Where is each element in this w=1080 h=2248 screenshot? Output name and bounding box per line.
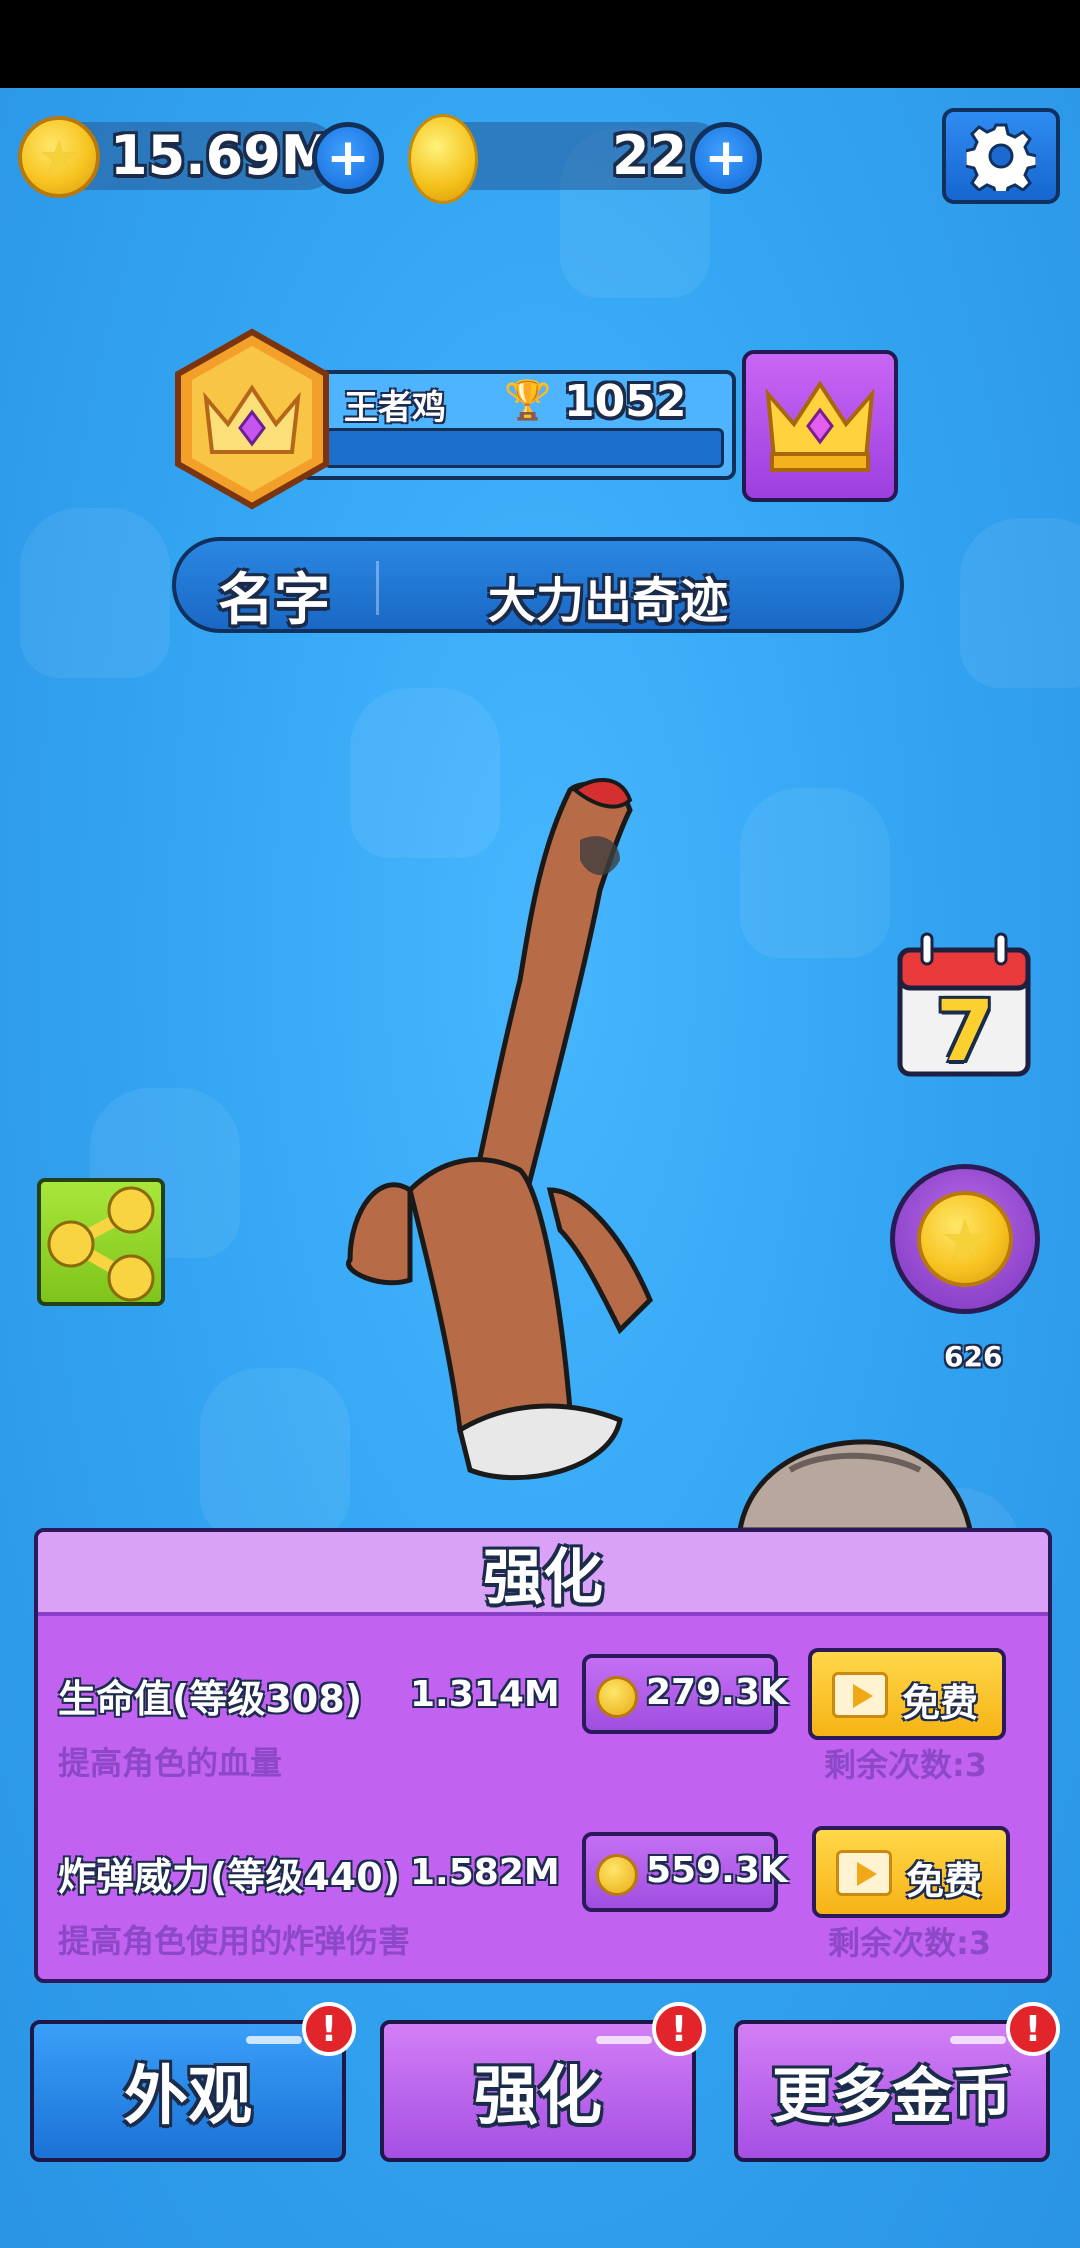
- rank-progress-bar: [324, 428, 724, 468]
- background-pattern: [20, 508, 170, 678]
- add-coins-button[interactable]: +: [312, 122, 384, 194]
- alert-badge: !: [302, 2002, 356, 2056]
- egg-amount: 22: [612, 124, 688, 187]
- gold-coin-icon: [596, 1676, 638, 1718]
- tab-label: 外观: [124, 2060, 252, 2134]
- gold-coin-icon: [596, 1854, 638, 1896]
- remaining-count: 剩余次数:3: [828, 1924, 992, 1962]
- panel-header: 强化: [38, 1532, 1048, 1616]
- share-icon: [47, 1186, 155, 1302]
- gold-coin-icon: ★: [917, 1191, 1013, 1287]
- name-label: 名字: [218, 568, 330, 633]
- gold-coin-icon: ★: [18, 116, 100, 198]
- background-pattern: [960, 518, 1080, 688]
- tab-label: 更多金币: [772, 2061, 1012, 2132]
- gloss: [950, 2036, 1006, 2044]
- stat-row-bomb: 炸弹威力(等级440) 1.582M 提高角色使用的炸弹伤害 559.3K 免费…: [38, 1826, 1048, 2006]
- gloss: [246, 2036, 302, 2044]
- panel-title: 强化: [483, 1542, 603, 1613]
- stat-name: 生命值(等级308): [58, 1677, 363, 1721]
- trophy-count: 1052: [564, 376, 687, 427]
- free-upgrade-button[interactable]: 免费: [812, 1826, 1010, 1918]
- status-bar: [0, 0, 1080, 88]
- golden-egg-icon: [408, 114, 478, 204]
- crown-icon: [765, 380, 875, 472]
- free-upgrade-button[interactable]: 免费: [808, 1648, 1006, 1740]
- coin-amount: 15.69M: [110, 124, 335, 187]
- remaining-count: 剩余次数:3: [824, 1746, 988, 1784]
- stat-row-health: 生命值(等级308) 1.314M 提高角色的血量 279.3K 免费 剩余次数…: [38, 1648, 1048, 1828]
- free-label: 免费: [902, 1681, 979, 1725]
- price-label: 559.3K: [646, 1850, 788, 1891]
- add-eggs-button[interactable]: +: [690, 122, 762, 194]
- daily-calendar-button[interactable]: 7: [896, 930, 1032, 1080]
- video-play-icon: [836, 1850, 892, 1896]
- tab-enhance[interactable]: 强化 !: [380, 2002, 706, 2162]
- tab-appearance[interactable]: 外观 !: [30, 2002, 356, 2162]
- gloss: [596, 2036, 652, 2044]
- stat-value: 1.582M: [410, 1852, 560, 1893]
- free-label: 免费: [906, 1859, 983, 1903]
- upgrade-price-button[interactable]: 279.3K: [582, 1654, 788, 1734]
- rank-bar: 王者鸡 🏆 1052: [300, 370, 736, 480]
- trophy-icon: 🏆: [504, 378, 552, 422]
- video-play-icon: [832, 1672, 888, 1718]
- coin-reward-button[interactable]: ★: [890, 1164, 1040, 1314]
- settings-button[interactable]: [942, 108, 1060, 204]
- stat-description: 提高角色的血量: [58, 1744, 283, 1782]
- coin-reward-count: 626: [944, 1340, 1003, 1373]
- tab-more-coins[interactable]: 更多金币 !: [734, 2002, 1060, 2162]
- divider: [376, 561, 379, 615]
- stat-value: 1.314M: [410, 1674, 560, 1715]
- stat-description: 提高角色使用的炸弹伤害: [58, 1922, 411, 1960]
- rank-badge: [172, 328, 332, 510]
- alert-badge: !: [1006, 2002, 1060, 2056]
- tab-label: 强化: [474, 2060, 602, 2134]
- rock-object: [737, 1439, 973, 1530]
- price-label: 279.3K: [646, 1672, 788, 1713]
- name-bar[interactable]: 名字 大力出奇迹: [172, 537, 904, 633]
- chicken-character: [345, 778, 653, 1481]
- gear-icon: [966, 123, 1036, 191]
- crown-badge-icon: [175, 328, 329, 510]
- crown-button[interactable]: [742, 350, 898, 502]
- stat-name: 炸弹威力(等级440): [58, 1855, 401, 1899]
- share-button[interactable]: [37, 1178, 165, 1306]
- rank-title: 王者鸡: [344, 388, 446, 428]
- calendar-day: 7: [936, 982, 995, 1080]
- upgrade-price-button[interactable]: 559.3K: [582, 1832, 788, 1912]
- enhance-panel: 强化 生命值(等级308) 1.314M 提高角色的血量 279.3K 免费 剩…: [34, 1528, 1052, 1983]
- alert-badge: !: [652, 2002, 706, 2056]
- player-name: 大力出奇迹: [488, 573, 729, 629]
